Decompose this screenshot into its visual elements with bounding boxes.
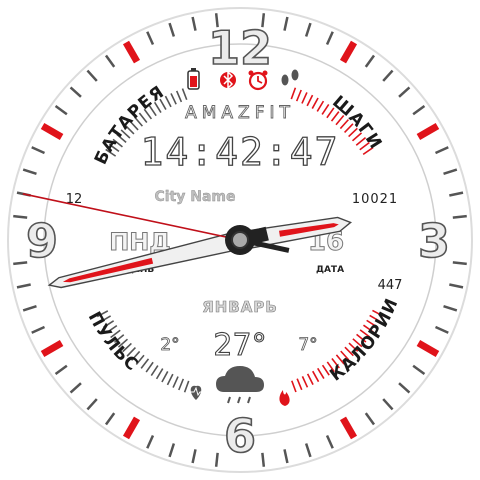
minute-tick bbox=[261, 452, 266, 467]
date-label: ДАТА bbox=[316, 265, 344, 275]
minute-tick bbox=[452, 214, 467, 219]
watch-face: БАТАРЕЯ ШАГИ ПУЛЬС КАЛОРИИ 12 3 6 9 AMAZ… bbox=[7, 7, 473, 473]
temp-high: 7° bbox=[298, 335, 317, 355]
numeral-3: 3 bbox=[418, 214, 450, 268]
numeral-12: 12 bbox=[208, 21, 272, 75]
minute-tick bbox=[452, 261, 467, 266]
month-name: ЯНВАРЬ bbox=[202, 298, 278, 316]
minute-tick bbox=[214, 452, 219, 467]
numeral-6: 6 bbox=[224, 409, 256, 463]
city-name: City Name bbox=[154, 189, 235, 205]
numeral-9: 9 bbox=[26, 214, 58, 268]
brand-logo: AMAZFIT bbox=[185, 103, 295, 123]
digital-time: 14:42:47 bbox=[140, 130, 339, 174]
calories-value: 447 bbox=[378, 278, 403, 293]
temp-low: 2° bbox=[160, 335, 179, 355]
steps-value: 10021 bbox=[352, 192, 398, 207]
bluetooth-icon bbox=[220, 70, 236, 90]
temp-current: 27° bbox=[213, 328, 266, 363]
